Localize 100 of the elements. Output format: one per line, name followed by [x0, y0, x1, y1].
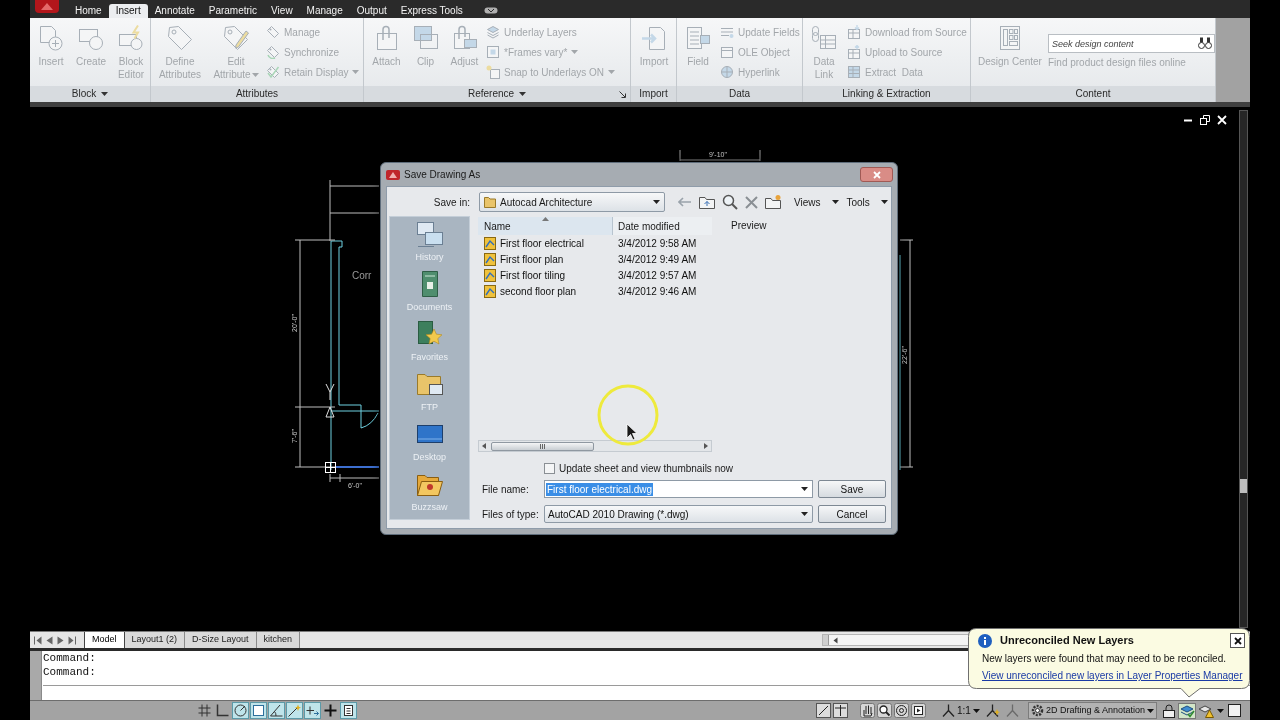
layout-tab[interactable]: D-Size Layout — [185, 632, 257, 648]
places-item[interactable]: Desktop — [390, 417, 469, 467]
new-folder-icon[interactable] — [765, 195, 781, 209]
ribbon-tab[interactable]: Insert — [108, 4, 148, 18]
delete-icon[interactable] — [745, 195, 758, 209]
warning-layers-icon[interactable] — [1198, 703, 1214, 718]
minimize-icon[interactable] — [1183, 118, 1193, 122]
command-line: Command: — [43, 651, 96, 665]
status-toggle[interactable] — [340, 702, 357, 719]
status-toggle[interactable] — [268, 702, 285, 719]
ribbon-tab[interactable]: Manage — [299, 4, 350, 18]
file-name[interactable]: second floor plan — [500, 283, 577, 299]
close-button[interactable] — [1230, 633, 1245, 648]
square-icon — [252, 704, 265, 717]
close-icon[interactable] — [1217, 115, 1227, 125]
file-name[interactable]: First floor electrical — [500, 235, 584, 251]
chevron-icon[interactable] — [483, 7, 498, 14]
play-icon[interactable] — [911, 703, 927, 718]
table-icon — [847, 65, 861, 79]
ribbon-tab[interactable]: Home — [68, 4, 109, 18]
right-arrow-icon[interactable] — [57, 635, 64, 645]
caret-icon[interactable] — [972, 708, 980, 713]
square-diagonal-icon[interactable] — [816, 703, 832, 718]
table-arrow-icon — [847, 25, 861, 39]
ribbon-tab[interactable]: Parametric — [201, 4, 265, 18]
overlapping-frames-icon — [412, 25, 439, 51]
ribbon-tab[interactable]: View — [264, 4, 300, 18]
status-toggle[interactable] — [196, 702, 213, 719]
layout-tab[interactable]: Model — [84, 632, 125, 648]
app-logo-icon[interactable] — [33, 0, 61, 13]
places-item[interactable]: FTP — [390, 367, 469, 417]
views-button[interactable]: Views — [794, 194, 839, 210]
file-name[interactable]: First floor tiling — [500, 267, 565, 283]
status-toggle[interactable] — [250, 702, 267, 719]
tools-button[interactable]: Tools — [846, 194, 888, 210]
workspace-button[interactable]: 2D Drafting & Annotation — [1027, 702, 1157, 719]
left-arrow-icon[interactable] — [833, 636, 838, 644]
scrollbar-thumb[interactable] — [823, 635, 829, 645]
layout-tab[interactable]: kitchen — [256, 632, 301, 648]
ribbon-tab[interactable]: Express Tools — [393, 4, 470, 18]
status-toggle[interactable] — [232, 702, 249, 719]
caret-icon[interactable] — [801, 512, 808, 516]
caret-icon[interactable] — [1217, 708, 1224, 713]
layout-tab[interactable]: Layout1 (2) — [124, 632, 186, 648]
caret-icon[interactable] — [831, 200, 839, 204]
column-header[interactable]: Name — [478, 217, 613, 235]
places-item[interactable]: Documents — [390, 267, 469, 317]
column-header[interactable]: Date modified — [613, 217, 712, 235]
file-type-dropdown[interactable]: AutoCAD 2010 Drawing (*.dwg) — [544, 505, 813, 523]
clean-screen-icon[interactable] — [1228, 704, 1241, 717]
scrollbar-thumb[interactable] — [1240, 479, 1247, 493]
layers-check-icon[interactable] — [1178, 702, 1196, 719]
left-arrow-icon[interactable] — [482, 443, 486, 449]
right-arrow-icon[interactable] — [704, 443, 708, 449]
checkbox-label[interactable]: Update sheet and view thumbnails now — [559, 461, 733, 476]
horizontal-scrollbar[interactable] — [478, 440, 712, 452]
status-toggle[interactable] — [286, 702, 303, 719]
notification-link[interactable]: View unreconciled new layers in Layer Properties Manager — [982, 670, 1243, 682]
cancel-button[interactable]: Cancel — [818, 505, 886, 523]
first-arrow-icon[interactable] — [34, 635, 42, 645]
restore-icon[interactable] — [1200, 115, 1210, 125]
places-item[interactable]: History — [390, 217, 469, 267]
status-toggle[interactable] — [322, 702, 339, 719]
scrollbar-thumb[interactable] — [491, 441, 594, 451]
binoculars-icon[interactable] — [1198, 37, 1212, 49]
search-icon[interactable] — [722, 194, 738, 210]
square-dot-icon — [486, 65, 500, 79]
caret-icon[interactable] — [880, 200, 888, 204]
ribbon-tab[interactable]: Output — [349, 4, 394, 18]
window-grip[interactable] — [30, 651, 42, 700]
save-in-dropdown[interactable]: Autocad Architecture — [479, 192, 665, 212]
close-icon — [872, 170, 881, 179]
file-name-field[interactable]: First floor electrical.dwg — [544, 480, 813, 498]
caret-icon[interactable] — [1147, 708, 1154, 713]
vertical-scrollbar[interactable] — [1239, 110, 1248, 628]
ribbon-tab[interactable]: Annotate — [147, 4, 202, 18]
places-item[interactable]: Favorites — [390, 317, 469, 367]
panel-title: Import — [639, 88, 668, 100]
pointer-ring-icon — [597, 384, 661, 448]
zoom-icon[interactable] — [877, 703, 893, 718]
folder-up-icon[interactable] — [699, 195, 715, 209]
annotation-scale-button[interactable]: 1:1 — [942, 703, 980, 718]
sparkle-line-icon — [288, 704, 301, 717]
file-name[interactable]: First floor plan — [500, 251, 564, 267]
tripod-star-icon[interactable] — [985, 704, 1000, 717]
two-panes-icon[interactable] — [833, 703, 849, 718]
grid-panel-icon — [997, 25, 1023, 51]
ring-icon[interactable] — [894, 703, 910, 718]
caret-icon[interactable] — [653, 200, 660, 204]
checkbox[interactable] — [544, 463, 555, 474]
hand-icon[interactable] — [860, 703, 876, 718]
left-arrow-icon[interactable] — [46, 635, 53, 645]
status-toggle[interactable] — [304, 702, 321, 719]
padlock-icon[interactable] — [1163, 703, 1175, 718]
sort-arrow-icon — [542, 217, 549, 221]
last-arrow-icon[interactable] — [68, 635, 76, 645]
save-button[interactable]: Save — [818, 480, 886, 498]
caret-icon[interactable] — [801, 487, 808, 491]
status-toggle[interactable] — [214, 702, 231, 719]
places-item[interactable]: Buzzsaw — [390, 467, 469, 517]
